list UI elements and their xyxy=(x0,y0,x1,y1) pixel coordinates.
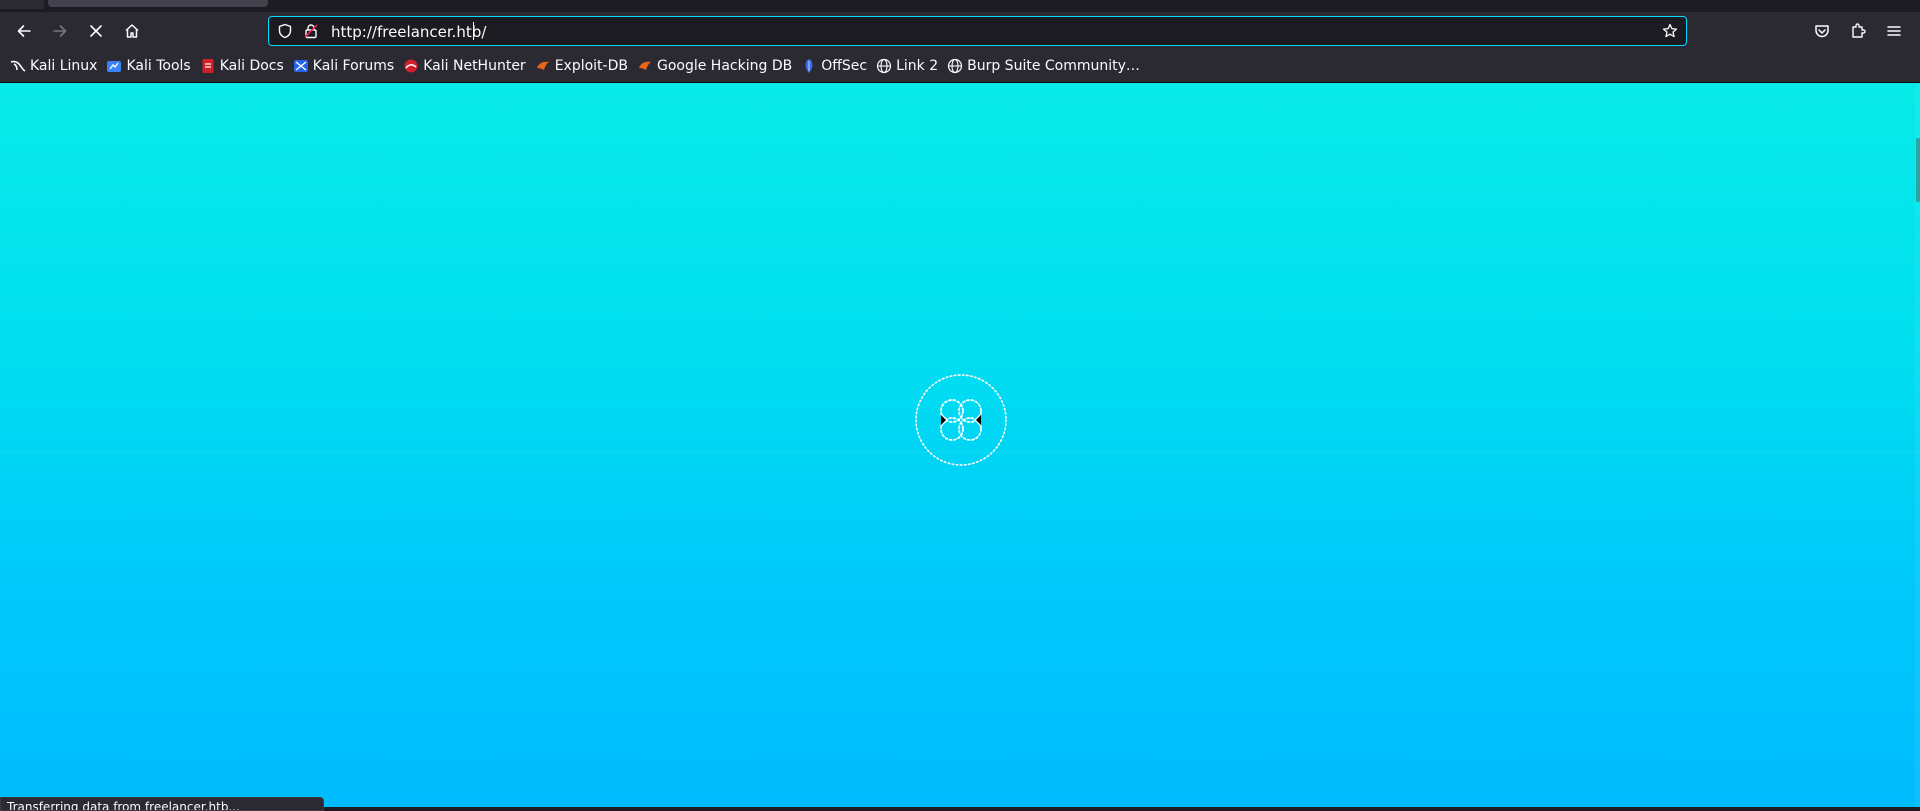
star-icon[interactable] xyxy=(1662,23,1678,39)
bookmark-kali-tools[interactable]: Kali Tools xyxy=(106,58,191,74)
bookmarks-toolbar: Kali Linux Kali Tools Kali Docs Kali For… xyxy=(0,50,1920,83)
pocket-button[interactable] xyxy=(1807,16,1837,46)
address-bar[interactable]: http://freelancer.htb/ xyxy=(268,16,1687,46)
close-icon xyxy=(90,25,102,37)
loading-spinner-icon xyxy=(915,374,1007,466)
globe-icon xyxy=(876,58,892,74)
bookmark-label: Kali Tools xyxy=(126,58,191,74)
tab-strip xyxy=(0,0,1920,12)
bookmark-label: Link 2 xyxy=(896,58,939,74)
nethunter-icon xyxy=(403,58,419,74)
bookmark-kali-nethunter[interactable]: Kali NetHunter xyxy=(403,58,526,74)
page-content xyxy=(0,83,1920,807)
status-panel: Transferring data from freelancer.htb... xyxy=(0,797,324,811)
extensions-button[interactable] xyxy=(1843,16,1873,46)
url-text[interactable]: http://freelancer.htb/ xyxy=(331,23,486,41)
shield-icon[interactable] xyxy=(277,23,293,39)
tab-active[interactable] xyxy=(48,0,268,7)
bookmark-label: Exploit-DB xyxy=(554,58,628,74)
pocket-icon xyxy=(1815,25,1829,38)
exploit-db-icon xyxy=(535,58,551,74)
bookmark-burp-suite[interactable]: Burp Suite Community… xyxy=(947,58,1140,74)
back-button[interactable] xyxy=(9,16,39,46)
bookmark-label: OffSec xyxy=(821,58,868,74)
bookmark-offsec[interactable]: OffSec xyxy=(801,58,867,74)
bookmark-label: Kali Forums xyxy=(312,58,395,74)
page-scrollbar[interactable] xyxy=(1915,83,1920,807)
ghdb-icon xyxy=(637,58,653,74)
stop-button[interactable] xyxy=(81,16,111,46)
arrow-left-icon xyxy=(17,25,31,37)
kali-forums-icon xyxy=(293,58,309,74)
tab-previous[interactable] xyxy=(0,0,44,9)
bookmark-label: Kali NetHunter xyxy=(423,58,526,74)
insecure-lock-icon[interactable] xyxy=(303,23,319,39)
bookmark-google-hacking-db[interactable]: Google Hacking DB xyxy=(637,58,792,74)
arrow-right-icon xyxy=(53,25,67,37)
bookmark-kali-forums[interactable]: Kali Forums xyxy=(293,58,394,74)
home-icon xyxy=(125,24,139,38)
navigation-toolbar: http://freelancer.htb/ xyxy=(0,12,1920,50)
bookmark-kali-linux[interactable]: Kali Linux xyxy=(10,58,97,74)
hamburger-icon xyxy=(1887,26,1901,36)
offsec-icon xyxy=(801,58,817,74)
bookmark-label: Google Hacking DB xyxy=(656,58,793,74)
puzzle-icon xyxy=(1852,23,1866,38)
kali-dragon-icon xyxy=(10,58,26,74)
bookmark-label: Kali Docs xyxy=(219,58,284,74)
bookmark-label: Burp Suite Community… xyxy=(967,58,1140,74)
forward-button[interactable] xyxy=(45,16,75,46)
scrollbar-thumb[interactable] xyxy=(1916,138,1920,202)
globe-icon xyxy=(947,58,963,74)
bookmark-kali-docs[interactable]: Kali Docs xyxy=(200,58,284,74)
home-button[interactable] xyxy=(117,16,147,46)
bookmark-link-2[interactable]: Link 2 xyxy=(876,58,938,74)
kali-tools-icon xyxy=(106,58,122,74)
menu-button[interactable] xyxy=(1879,16,1909,46)
text-caret xyxy=(473,22,474,40)
bookmark-label: Kali Linux xyxy=(30,58,98,74)
kali-docs-icon xyxy=(200,58,216,74)
bookmark-exploit-db[interactable]: Exploit-DB xyxy=(535,58,628,74)
